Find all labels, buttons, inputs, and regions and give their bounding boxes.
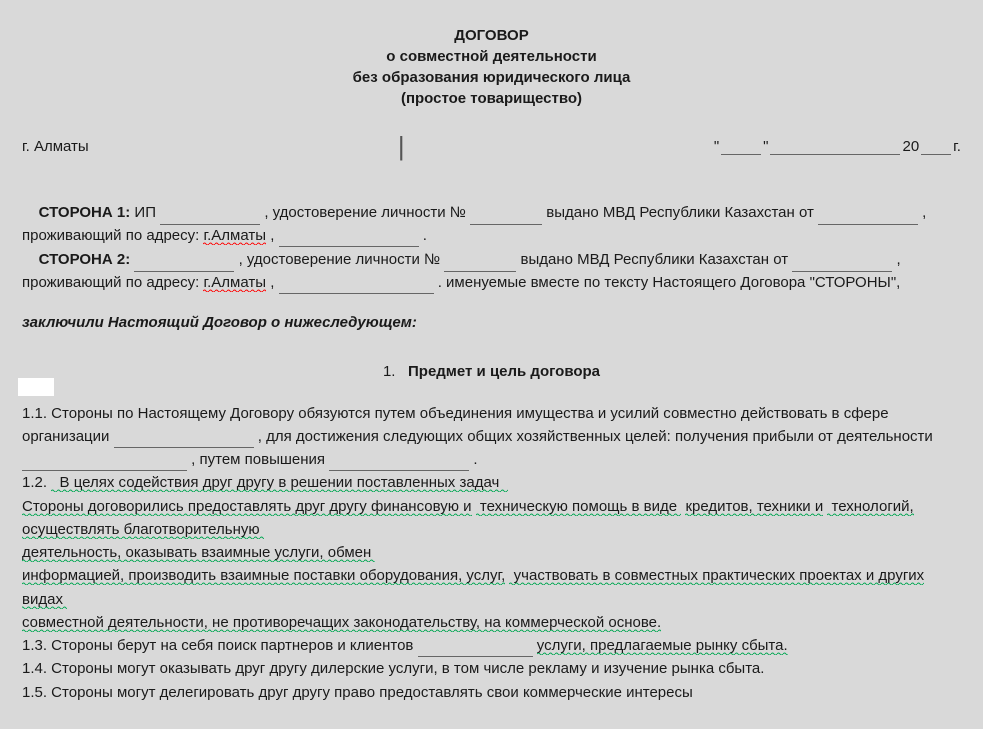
c11-blank-1: [114, 432, 254, 448]
title-line-4: (простое товарищество): [22, 88, 961, 109]
c13-b: услуги, предлагаемые рынку сбыта.: [537, 637, 788, 655]
c11-blank-2: [22, 455, 187, 471]
title-line-2: о совместной деятельности: [22, 46, 961, 67]
document-page: ДОГОВОР о совместной деятельности без об…: [0, 0, 983, 729]
party-2-issued: выдано МВД Республики Казахстан от: [520, 251, 792, 268]
party-2-id-blank: [444, 256, 516, 272]
section-1-heading: 1. Предмет и цель договора: [22, 363, 961, 380]
c11-c: , путем повышения: [191, 451, 329, 468]
date-block: " " 20 г.: [714, 138, 961, 155]
c12-p2a: Стороны договорились предоставлять друг …: [22, 498, 472, 516]
c12-p1: В целях содействия друг другу в решении …: [51, 474, 507, 492]
party-1-comma: ,: [270, 227, 278, 244]
party-2-id-text: , удостоверение личности №: [239, 251, 445, 268]
c11-b: , для достижения следующих общих хозяйст…: [258, 428, 933, 445]
party-2-label: СТОРОНА 2:: [39, 251, 131, 268]
c12-p2e: деятельность, оказывать взаимные услуги,…: [22, 544, 375, 562]
party-2-addr-blank: [279, 278, 434, 294]
party-2-issued-blank: [792, 256, 892, 272]
date-day-blank: [721, 139, 761, 155]
white-notch: [18, 378, 54, 396]
title-line-3: без образования юридического лица: [22, 67, 961, 88]
separator-bar: |: [382, 131, 421, 162]
party-2-name-blank: [134, 256, 234, 272]
party-1-line: СТОРОНА 1: ИП , удостоверение личности №…: [22, 202, 961, 247]
date-year-suffix: г.: [953, 138, 961, 155]
date-year-blank: [921, 139, 951, 155]
title-line-1: ДОГОВОР: [22, 25, 961, 46]
c13-a: 1.3. Стороны берут на себя поиск партнер…: [22, 637, 418, 654]
party-2-line: СТОРОНА 2: , удостоверение личности № вы…: [22, 249, 961, 294]
party-2-tail: . именуемые вместе по тексту Настоящего …: [438, 274, 901, 291]
c12-lead: 1.2.: [22, 474, 47, 491]
c12-p2c: кредитов, техники и: [685, 498, 823, 516]
party-1-name-blank: [160, 209, 260, 225]
party-1-issued-blank: [818, 209, 918, 225]
party-1-prefix: ИП: [134, 204, 160, 221]
party-1-id-text: , удостоверение личности №: [264, 204, 470, 221]
section-1-num: 1.: [383, 363, 396, 380]
concluded-line: заключили Настоящий Договор о нижеследую…: [22, 312, 961, 335]
party-1-addr-blank: [279, 231, 419, 247]
party-2-city: г.Алматы: [203, 274, 266, 292]
clause-1-1: 1.1. Стороны по Настоящему Договору обяз…: [22, 402, 961, 472]
c12-p2f: информацией, производить взаимные постав…: [22, 567, 505, 585]
clause-1-2: 1.2. В целях содействия друг другу в реш…: [22, 471, 961, 634]
clause-1-3: 1.3. Стороны берут на себя поиск партнер…: [22, 634, 961, 657]
section-1-title: Предмет и цель договора: [408, 363, 600, 380]
date-month-blank: [770, 139, 900, 155]
c12-p2b: техническую помощь в виде: [476, 498, 682, 516]
parties-block: СТОРОНА 1: ИП , удостоверение личности №…: [22, 202, 961, 294]
c11-blank-3: [329, 455, 469, 471]
party-1-dot: .: [423, 227, 427, 244]
date-year-prefix: 20: [902, 138, 919, 155]
c12-p2h: совместной деятельности, не противоречащ…: [22, 614, 661, 632]
clause-1-4: 1.4. Стороны могут оказывать друг другу …: [22, 657, 961, 680]
clause-1-5: 1.5. Стороны могут делегировать друг дру…: [22, 681, 961, 704]
party-1-id-blank: [470, 209, 542, 225]
party-1-label: СТОРОНА 1:: [39, 204, 131, 221]
party-1-issued: выдано МВД Республики Казахстан от: [546, 204, 818, 221]
date-quote-close: ": [763, 138, 768, 155]
city-date-row: г. Алматы | " " 20 г.: [22, 131, 961, 162]
party-2-comma: ,: [270, 274, 278, 291]
party-1-city: г.Алматы: [203, 227, 266, 245]
title-block: ДОГОВОР о совместной деятельности без об…: [22, 25, 961, 109]
date-quote-open: ": [714, 138, 719, 155]
c13-blank: [418, 641, 533, 657]
city-label: г. Алматы: [22, 138, 89, 155]
c11-d: .: [473, 451, 477, 468]
